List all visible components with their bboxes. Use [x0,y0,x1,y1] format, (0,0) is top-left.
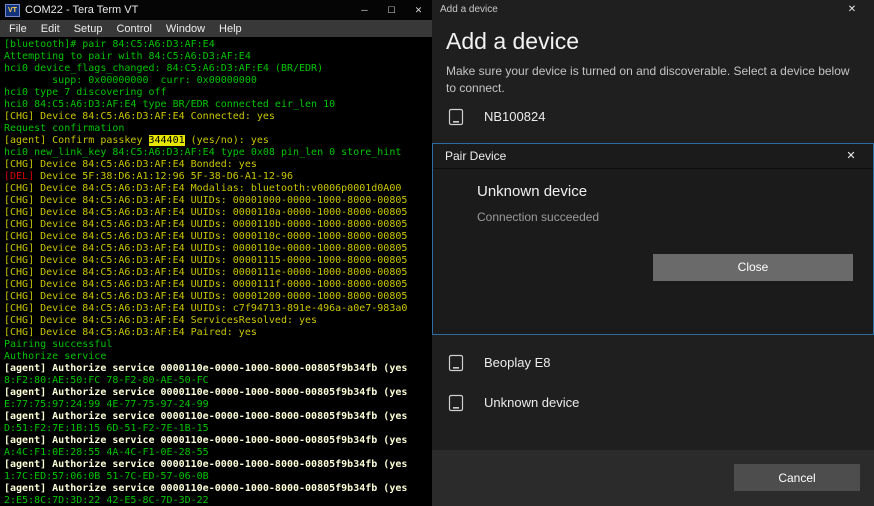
paired-device-name: Unknown device [477,183,853,200]
terminal-window-title: COM22 - Tera Term VT [25,4,138,16]
terminal-line: [agent] Authorize service 0000110e-0000-… [4,483,432,495]
terminal-line: [CHG] Device 84:C5:A6:D3:AF:E4 UUIDs: 00… [4,207,432,219]
terminal-line: [agent] Authorize service 0000110e-0000-… [4,435,432,447]
tera-term-window: VT COM22 - Tera Term VT ─ ☐ ✕ FileEditSe… [0,0,432,506]
dialog-close-icon[interactable]: ✕ [830,0,874,18]
device-row-nb100824[interactable]: NB100824 [432,97,874,137]
cancel-button[interactable]: Cancel [734,464,860,491]
pair-status-text: Connection succeeded [477,210,853,224]
menu-item-file[interactable]: File [2,23,34,35]
screen: VT COM22 - Tera Term VT ─ ☐ ✕ FileEditSe… [0,0,874,506]
add-device-dialog: Add a device ✕ Add a device Make sure yo… [432,0,874,506]
dialog-description: Make sure your device is turned on and d… [446,63,856,97]
terminal-line: D:51:F2:7E:1B:15 6D-51-F2-7E-1B-15 [4,423,432,435]
terminal-window-controls: ─ ☐ ✕ [351,0,432,20]
terminal-line: 1:7C:ED:57:06:0B 51-7C-ED-57-06-0B [4,471,432,483]
device-name: Unknown device [484,395,579,410]
terminal-line: 8:F2:80:AE:50:FC 78-F2-80-AE-50-FC [4,375,432,387]
terminal-line: [bluetooth]# pair 84:C5:A6:D3:AF:E4 [4,39,432,51]
dialog-bottom-bar: Cancel [432,450,874,506]
terminal-line: [agent] Authorize service 0000110e-0000-… [4,363,432,375]
device-name: NB100824 [484,109,545,124]
terminal-line: [CHG] Device 84:C5:A6:D3:AF:E4 UUIDs: 00… [4,243,432,255]
pair-panel-title: Pair Device [445,149,506,163]
terminal-line: hci0 device_flags_changed: 84:C5:A6:D3:A… [4,63,432,75]
close-icon[interactable]: ✕ [405,0,432,20]
tera-term-app-icon: VT [5,4,20,17]
menu-item-control[interactable]: Control [109,23,158,35]
dialog-titlebar: Add a device ✕ [432,0,874,18]
menu-item-setup[interactable]: Setup [67,23,110,35]
terminal-output[interactable]: [bluetooth]# pair 84:C5:A6:D3:AF:E4Attem… [0,37,432,506]
menu-bar: FileEditSetupControlWindowHelp [0,20,432,37]
terminal-line: [agent] Authorize service 0000110e-0000-… [4,411,432,423]
terminal-line: [CHG] Device 84:C5:A6:D3:AF:E4 UUIDs: 00… [4,195,432,207]
terminal-line: Authorize service [4,351,432,363]
menu-item-edit[interactable]: Edit [34,23,67,35]
menu-item-help[interactable]: Help [212,23,249,35]
terminal-line: hci0 type 7 discovering off [4,87,432,99]
terminal-line: hci0 new_link_key 84:C5:A6:D3:AF:E4 type… [4,147,432,159]
terminal-line: Pairing successful [4,339,432,351]
maximize-icon[interactable]: ☐ [378,0,405,20]
terminal-line: [CHG] Device 84:C5:A6:D3:AF:E4 UUIDs: 00… [4,279,432,291]
terminal-line: [CHG] Device 84:C5:A6:D3:AF:E4 UUIDs: 00… [4,267,432,279]
terminal-line: Attempting to pair with 84:C5:A6:D3:AF:E… [4,51,432,63]
terminal-line: Request confirmation [4,123,432,135]
terminal-line: [CHG] Device 84:C5:A6:D3:AF:E4 Paired: y… [4,327,432,339]
terminal-line: hci0 84:C5:A6:D3:AF:E4 type BR/EDR conne… [4,99,432,111]
device-icon [446,107,466,127]
terminal-line: [CHG] Device 84:C5:A6:D3:AF:E4 UUIDs: 00… [4,291,432,303]
terminal-line: supp: 0x00000000 curr: 0x00000000 [4,75,432,87]
device-name: Beoplay E8 [484,355,551,370]
pair-device-panel: Pair Device ✕ Unknown device Connection … [432,143,874,335]
terminal-line: [CHG] Device 84:C5:A6:D3:AF:E4 UUIDs: c7… [4,303,432,315]
terminal-line: E:77:75:97:24:99 4E-77-75-97-24-99 [4,399,432,411]
device-list-bottom: Beoplay E8 Unknown device [432,343,874,423]
terminal-line: [agent] Authorize service 0000110e-0000-… [4,459,432,471]
device-icon [446,353,466,373]
pair-panel-close-icon[interactable]: ✕ [841,149,861,162]
device-icon [446,393,466,413]
terminal-line: A:4C:F1:0E:28:55 4A-4C-F1-0E-28-55 [4,447,432,459]
terminal-line: [DEL] Device 5F:38:D6:A1:12:96 5F-38-D6-… [4,171,432,183]
page-title: Add a device [446,28,874,55]
pair-panel-body: Unknown device Connection succeeded Clos… [433,169,873,281]
terminal-line: [CHG] Device 84:C5:A6:D3:AF:E4 UUIDs: 00… [4,255,432,267]
terminal-line: [CHG] Device 84:C5:A6:D3:AF:E4 UUIDs: 00… [4,231,432,243]
terminal-line: [CHG] Device 84:C5:A6:D3:AF:E4 Bonded: y… [4,159,432,171]
terminal-line: [CHG] Device 84:C5:A6:D3:AF:E4 Connected… [4,111,432,123]
terminal-titlebar: VT COM22 - Tera Term VT ─ ☐ ✕ [0,0,432,20]
device-list-top: NB100824 [432,97,874,137]
minimize-icon[interactable]: ─ [351,0,378,20]
device-row-beoplay-e8[interactable]: Beoplay E8 [432,343,874,383]
menu-item-window[interactable]: Window [159,23,212,35]
terminal-line: 2:E5:8C:7D:3D:22 42-E5-8C-7D-3D-22 [4,495,432,506]
pair-panel-header: Pair Device ✕ [433,144,873,169]
terminal-line: [CHG] Device 84:C5:A6:D3:AF:E4 ServicesR… [4,315,432,327]
terminal-line: [CHG] Device 84:C5:A6:D3:AF:E4 UUIDs: 00… [4,219,432,231]
terminal-line: [agent] Confirm passkey 344401 (yes/no):… [4,135,432,147]
terminal-line: [CHG] Device 84:C5:A6:D3:AF:E4 Modalias:… [4,183,432,195]
device-row-unknown-device[interactable]: Unknown device [432,383,874,423]
dialog-titlebar-title: Add a device [432,4,498,15]
terminal-line: [agent] Authorize service 0000110e-0000-… [4,387,432,399]
close-button[interactable]: Close [653,254,853,281]
